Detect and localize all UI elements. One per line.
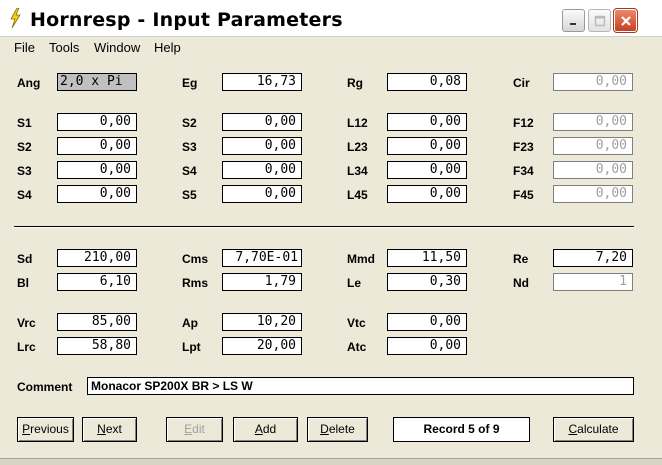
calculate-button[interactable]: Calculate	[553, 417, 634, 442]
minimize-icon	[569, 22, 576, 25]
s4-field[interactable]: 0,00	[57, 185, 137, 203]
menu-bar: File Tools Window Help	[0, 37, 662, 57]
menu-window[interactable]: Window	[94, 40, 140, 55]
lrc-field[interactable]: 58,80	[57, 337, 137, 355]
le-field[interactable]: 0,30	[387, 273, 467, 291]
sd-field[interactable]: 210,00	[57, 249, 137, 267]
f23-label: F23	[513, 140, 534, 154]
bl-field[interactable]: 6,10	[57, 273, 137, 291]
delete-button[interactable]: Delete	[307, 417, 368, 442]
s2-col2-field[interactable]: 0,00	[222, 113, 302, 131]
l12-field[interactable]: 0,00	[387, 113, 467, 131]
s5-field[interactable]: 0,00	[222, 185, 302, 203]
cir-label: Cir	[513, 76, 530, 90]
minimize-button[interactable]	[562, 9, 585, 32]
atc-field[interactable]: 0,00	[387, 337, 467, 355]
sd-label: Sd	[17, 252, 33, 266]
s2-label: S2	[17, 140, 32, 154]
hornresp-app-icon	[10, 8, 21, 28]
vrc-label: Vrc	[17, 316, 36, 330]
close-icon	[620, 15, 631, 26]
le-label: Le	[347, 276, 362, 290]
cir-field: 0,00	[553, 73, 633, 91]
s3-field[interactable]: 0,00	[57, 161, 137, 179]
cms-label: Cms	[182, 252, 209, 266]
section-divider	[14, 226, 634, 228]
rms-label: Rms	[182, 276, 209, 290]
ap-field[interactable]: 10,20	[222, 313, 302, 331]
bl-label: Bl	[17, 276, 29, 290]
cms-field[interactable]: 7,70E-01	[222, 249, 302, 267]
lrc-label: Lrc	[17, 340, 36, 354]
s2-col2-label: S2	[182, 116, 197, 130]
previous-button[interactable]: Previous	[17, 417, 74, 442]
l34-label: L34	[347, 164, 368, 178]
maximize-icon	[594, 15, 605, 26]
f34-label: F34	[513, 164, 534, 178]
menu-help[interactable]: Help	[154, 40, 181, 55]
nd-field: 1	[553, 273, 633, 291]
window-title: Hornresp - Input Parameters	[30, 9, 343, 31]
rms-field[interactable]: 1,79	[222, 273, 302, 291]
lpt-field[interactable]: 20,00	[222, 337, 302, 355]
l23-label: L23	[347, 140, 368, 154]
eg-label: Eg	[182, 76, 198, 90]
lpt-label: Lpt	[182, 340, 201, 354]
ang-field[interactable]: 2,0 x Pi	[57, 73, 137, 91]
s3-col2-label: S3	[182, 140, 197, 154]
s3-col2-field[interactable]: 0,00	[222, 137, 302, 155]
edit-button: Edit	[166, 417, 223, 442]
s4-col2-field[interactable]: 0,00	[222, 161, 302, 179]
l23-field[interactable]: 0,00	[387, 137, 467, 155]
menu-tools[interactable]: Tools	[49, 40, 79, 55]
maximize-button[interactable]	[588, 9, 611, 32]
eg-field[interactable]: 16,73	[222, 73, 302, 91]
ap-label: Ap	[182, 316, 198, 330]
comment-label: Comment	[17, 380, 73, 394]
l45-field[interactable]: 0,00	[387, 185, 467, 203]
rg-label: Rg	[347, 76, 363, 90]
mmd-field[interactable]: 11,50	[387, 249, 467, 267]
re-label: Re	[513, 252, 529, 266]
close-button[interactable]	[613, 8, 638, 33]
f45-field: 0,00	[553, 185, 633, 203]
menu-file[interactable]: File	[14, 40, 35, 55]
record-indicator: Record 5 of 9	[393, 417, 530, 442]
rg-field[interactable]: 0,08	[387, 73, 467, 91]
vtc-label: Vtc	[347, 316, 366, 330]
s2-field[interactable]: 0,00	[57, 137, 137, 155]
s5-label: S5	[182, 188, 197, 202]
l34-field[interactable]: 0,00	[387, 161, 467, 179]
mmd-label: Mmd	[347, 252, 375, 266]
comment-field[interactable]: Monacor SP200X BR > LS W	[87, 377, 634, 395]
f23-field: 0,00	[553, 137, 633, 155]
next-button[interactable]: Next	[82, 417, 137, 442]
add-button[interactable]: Add	[233, 417, 298, 442]
f34-field: 0,00	[553, 161, 633, 179]
s4-label: S4	[17, 188, 32, 202]
s3-label: S3	[17, 164, 32, 178]
l12-label: L12	[347, 116, 368, 130]
s4-col2-label: S4	[182, 164, 197, 178]
title-bar: Hornresp - Input Parameters	[0, 0, 662, 37]
s1-label: S1	[17, 116, 32, 130]
vtc-field[interactable]: 0,00	[387, 313, 467, 331]
vrc-field[interactable]: 85,00	[57, 313, 137, 331]
nd-label: Nd	[513, 276, 529, 290]
f12-label: F12	[513, 116, 534, 130]
f12-field: 0,00	[553, 113, 633, 131]
ang-label: Ang	[17, 76, 41, 90]
s1-field[interactable]: 0,00	[57, 113, 137, 131]
re-field[interactable]: 7,20	[553, 249, 633, 267]
f45-label: F45	[513, 188, 534, 202]
atc-label: Atc	[347, 340, 367, 354]
l45-label: L45	[347, 188, 368, 202]
